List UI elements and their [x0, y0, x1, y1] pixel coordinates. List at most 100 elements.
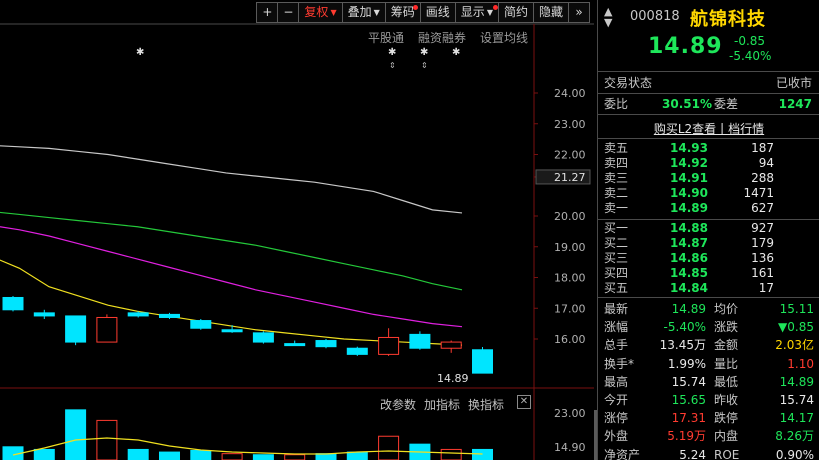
stock-code: 000818 [630, 9, 680, 24]
stats-row: 总手 13.45万 金额 2.03亿 [598, 336, 819, 354]
event-marker-icon: ✱ [420, 47, 428, 58]
stat-label: 量比 [714, 356, 739, 371]
current-price: 14.89 [648, 34, 723, 59]
divider [598, 297, 819, 298]
stat-value: 15.65 [671, 393, 706, 407]
stat-label: 金额 [714, 338, 739, 353]
candle-down [409, 333, 431, 349]
jianyue-button[interactable]: 简约 [497, 2, 534, 23]
stat-value: 14.17 [779, 411, 814, 426]
volume-bar [221, 453, 243, 460]
candle-down [2, 296, 24, 311]
weibi-label: 委比 [604, 97, 629, 111]
stat-value: 8.26万 [775, 429, 814, 444]
huaxian-button[interactable]: 画线 [419, 2, 456, 23]
candle-down [315, 340, 337, 348]
stock-header: ▲ ▼ 000818 航锦科技 [598, 0, 819, 36]
volume-bar [472, 448, 493, 460]
price-axis-label: 16.00 [554, 333, 586, 346]
buy-l2-link[interactable]: 购买L2查看丨档行情 [598, 120, 819, 137]
candle-up [96, 316, 118, 343]
volume-bar [33, 448, 55, 460]
stat-value: 0.90% [775, 447, 814, 460]
chevron-down-icon: ▼ [373, 8, 380, 17]
candle-down [33, 312, 55, 317]
event-marker-icon: ✱ [136, 47, 144, 58]
ma-line-green [0, 211, 463, 291]
candle-down [346, 347, 368, 355]
chart-toolbar: + − 复权 ▼ 叠加 ▼ 筹码 画线 显示 ▼ 简约 隐藏 » [256, 2, 590, 23]
orderbook-row: 卖一 14.89 627 [598, 202, 819, 215]
order-volume: 288 [751, 171, 774, 185]
volume-bar [440, 448, 462, 460]
xianshi-button[interactable]: 显示 ▼ [454, 2, 499, 23]
switch-indicator-link[interactable]: 换指标 [468, 396, 504, 413]
volume-bar [96, 419, 118, 460]
yincang-button[interactable]: 隐藏 [532, 2, 569, 23]
stat-value: 14.89 [671, 302, 706, 316]
kline-chart-area[interactable]: 24.00 23.00 22.00 21.27 20.00 19.00 18.00 17.00… [0, 0, 594, 460]
volume-bar [159, 451, 180, 460]
stat-value: 2.03亿 [775, 338, 814, 353]
candle-down [252, 332, 274, 343]
ma-settings-link[interactable]: 设置均线 [480, 29, 528, 46]
order-volume: 1471 [743, 186, 774, 200]
orderbook-row: 卖二 14.90 1471 [598, 187, 819, 200]
divider [598, 93, 819, 94]
diejia-label: 叠加 [347, 5, 372, 19]
zoom-out-button[interactable]: − [277, 2, 300, 23]
order-volume: 136 [751, 251, 774, 265]
price-axis-label: 17.00 [554, 302, 586, 315]
zoom-in-button[interactable]: + [256, 2, 279, 23]
rongzi-link[interactable]: 融资融券 [418, 29, 466, 46]
add-indicator-link[interactable]: 加指标 [424, 396, 460, 413]
stat-label: 最高 [604, 374, 629, 389]
order-price: 14.84 [670, 281, 708, 295]
kline-chart[interactable]: 24.00 23.00 22.00 21.27 20.00 19.00 18.00 17.00… [0, 0, 594, 460]
candle-down [221, 329, 243, 333]
stat-value: 15.11 [779, 302, 814, 316]
order-level-label: 买一 [604, 221, 629, 235]
lower-axis-label: 23.00 [554, 407, 586, 420]
chouma-button[interactable]: 筹码 [384, 2, 421, 23]
expand-panel-button[interactable]: » [568, 2, 590, 23]
close-indicator-button[interactable]: ✕ [517, 395, 531, 409]
order-volume: 94 [758, 156, 774, 170]
stat-value: 5.24 [679, 447, 706, 460]
stat-value: 5.19万 [667, 429, 706, 444]
xianshi-label: 显示 [460, 5, 485, 19]
stats-row: 涨停 17.31 跌停 14.17 [598, 409, 819, 427]
divider [598, 114, 819, 115]
stat-label: 最新 [604, 302, 629, 316]
stat-label: 最低 [714, 374, 739, 389]
candle-down [190, 320, 212, 329]
volume-bar [190, 449, 212, 460]
stats-row: 最高 15.74 最低 14.89 [598, 373, 819, 391]
chouma-label: 筹码 [390, 5, 415, 19]
chevron-down-icon: ▼ [486, 8, 493, 17]
switch-stock-icon[interactable]: ▲ ▼ [604, 6, 612, 28]
change-params-link[interactable]: 改参数 [380, 396, 416, 413]
stats-row: 最新 14.89 均价 15.11 [598, 300, 819, 318]
price-axis-label: 21.27 [554, 171, 586, 184]
orderbook-row: 买三 14.86 136 [598, 252, 819, 265]
order-price: 14.92 [670, 156, 708, 170]
fuquan-button[interactable]: 复权 ▼ [298, 2, 343, 23]
stats-row: 外盘 5.19万 内盘 8.26万 [598, 427, 819, 445]
ma-line-magenta [0, 226, 463, 328]
orderbook-row: 买二 14.87 179 [598, 237, 819, 250]
stat-label: 涨停 [604, 411, 629, 426]
fuquan-label: 复权 [304, 5, 329, 19]
ma-line-white [0, 145, 463, 214]
order-volume: 17 [758, 281, 774, 295]
order-level-label: 卖二 [604, 186, 629, 200]
volume-bar [127, 448, 149, 460]
event-marker-icon: ✱ [388, 47, 396, 58]
stat-label: 换手* [604, 356, 635, 371]
order-volume: 927 [751, 221, 774, 235]
order-level-label: 卖四 [604, 156, 629, 170]
diejia-button[interactable]: 叠加 ▼ [341, 2, 386, 23]
pinggutong-link[interactable]: 平股通 [368, 29, 404, 46]
lower-axis-label: 14.90 [554, 441, 586, 454]
order-price: 14.88 [670, 221, 708, 235]
